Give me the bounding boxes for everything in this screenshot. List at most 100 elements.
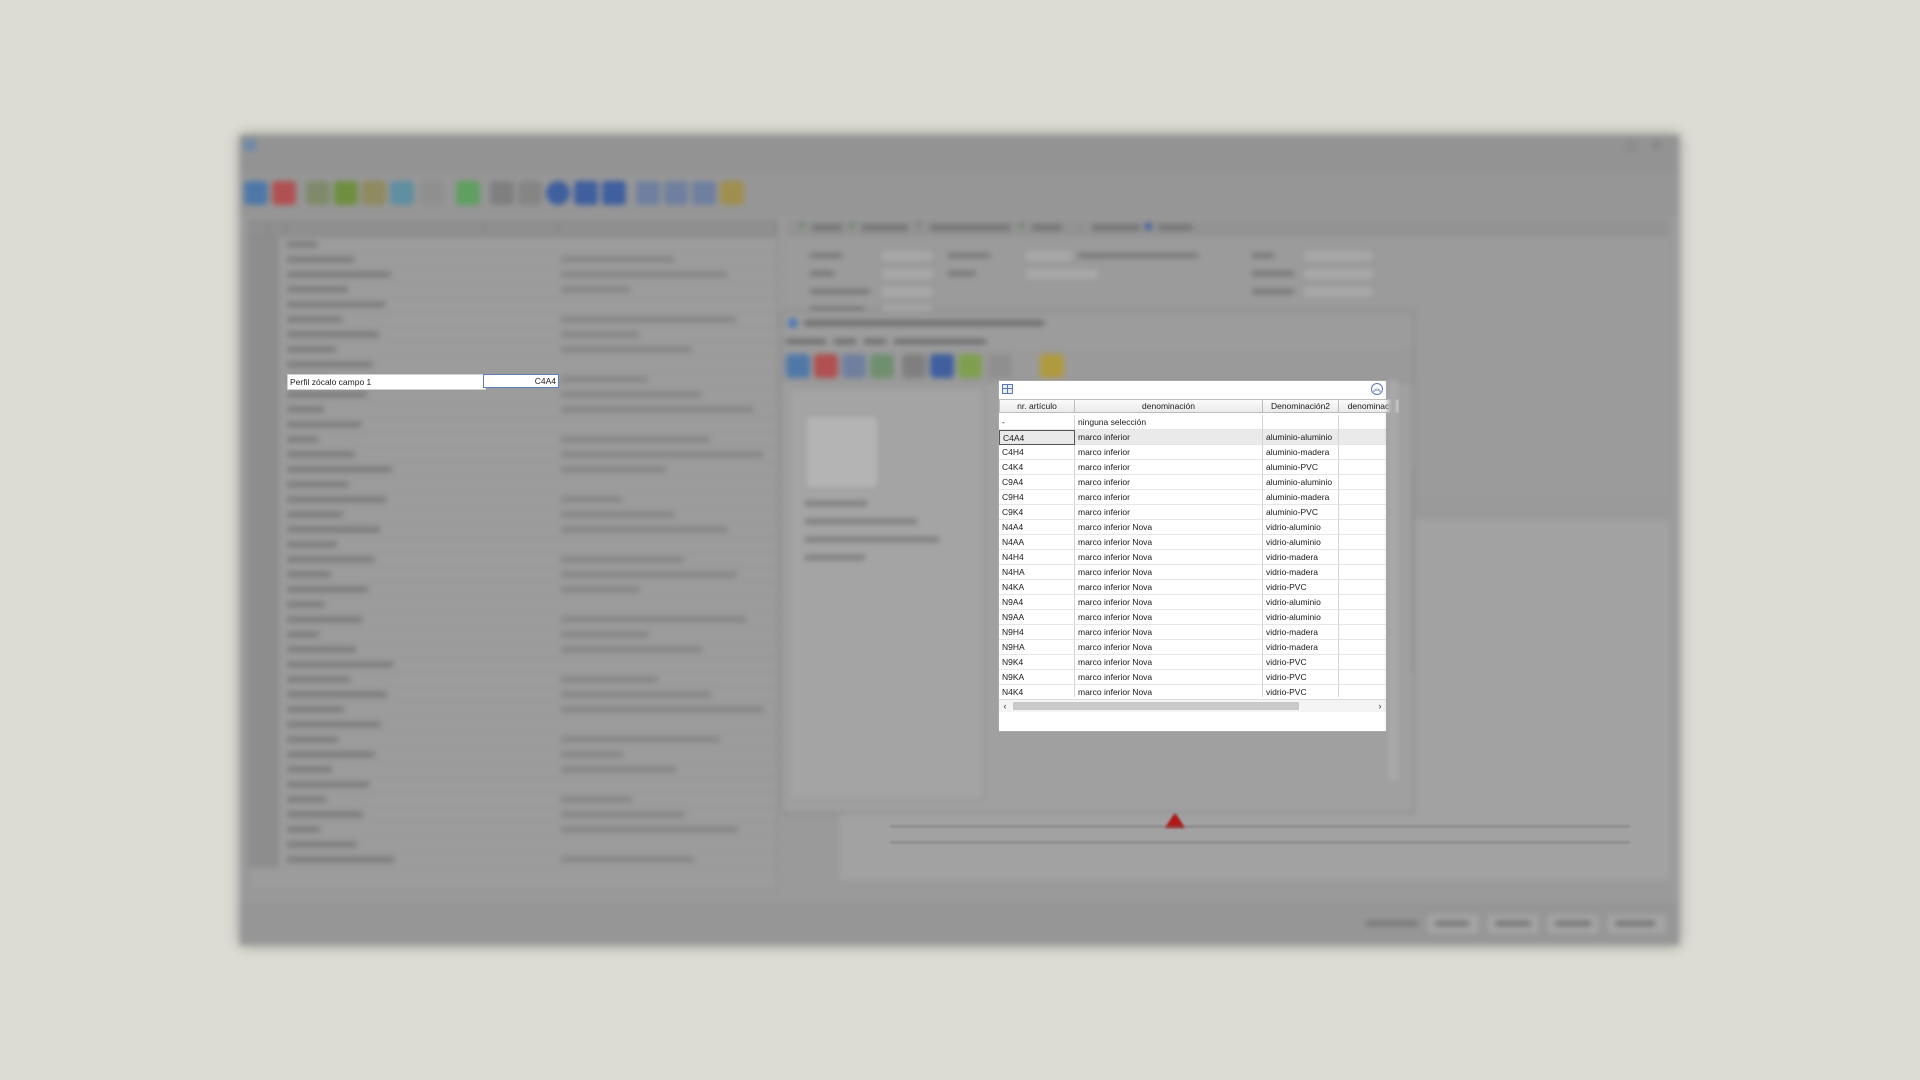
table-cell[interactable] (1339, 535, 1386, 550)
table-cell[interactable]: marco inferior Nova (1075, 670, 1263, 685)
property-row[interactable] (249, 492, 777, 508)
property-row[interactable] (249, 447, 777, 463)
property-row[interactable] (249, 252, 777, 268)
table-cell[interactable]: aluminio-PVC (1263, 460, 1339, 475)
first-record-icon[interactable] (490, 181, 514, 205)
table-cell[interactable]: C4H4 (999, 445, 1075, 460)
property-row[interactable] (249, 792, 777, 808)
property-row[interactable] (249, 672, 777, 688)
property-row[interactable] (249, 297, 777, 313)
last-record-icon[interactable] (602, 181, 626, 205)
maximize-icon[interactable]: □ (1623, 137, 1639, 153)
table-row[interactable]: N9K4 marco inferior Nova vidrio-PVC (999, 655, 1386, 670)
table-cell[interactable] (1339, 490, 1386, 505)
table-cell[interactable]: marco inferior Nova (1075, 655, 1263, 670)
table-cell[interactable]: N4H4 (999, 550, 1075, 565)
table-row[interactable]: N9A4 marco inferior Nova vidrio-aluminio (999, 595, 1386, 610)
property-value-field[interactable]: C4A4 (483, 374, 559, 388)
table-row[interactable]: C9A4 marco inferior aluminio-aluminio (999, 475, 1386, 490)
property-row[interactable] (249, 462, 777, 478)
property-row[interactable] (249, 477, 777, 493)
table-cell[interactable]: vidrio-PVC (1263, 670, 1339, 685)
table-cell[interactable]: marco inferior (1075, 505, 1263, 520)
property-row[interactable] (249, 267, 777, 283)
table-cell[interactable] (1339, 595, 1386, 610)
table-icon[interactable] (1002, 384, 1013, 394)
table-cell[interactable]: marco inferior (1075, 490, 1263, 505)
table-row[interactable]: - ninguna selección (999, 415, 1386, 430)
table-cell[interactable] (1339, 655, 1386, 670)
table-cell[interactable] (1339, 580, 1386, 595)
scrollbar-thumb[interactable] (1013, 702, 1299, 710)
table-cell[interactable] (1339, 565, 1386, 580)
table-cell[interactable] (1339, 430, 1386, 445)
table-cell[interactable]: aluminio-madera (1263, 445, 1339, 460)
property-row[interactable] (249, 747, 777, 763)
property-row[interactable] (249, 642, 777, 658)
table-cell[interactable]: - (999, 415, 1075, 430)
property-row[interactable] (249, 627, 777, 643)
table-row[interactable]: C9H4 marco inferior aluminio-madera (999, 490, 1386, 505)
table-cell[interactable] (1263, 415, 1339, 430)
table-cell[interactable] (1339, 550, 1386, 565)
table-cell[interactable] (1339, 625, 1386, 640)
finish-button[interactable] (1606, 913, 1668, 935)
table-cell[interactable]: N4A4 (999, 520, 1075, 535)
property-row[interactable] (249, 582, 777, 598)
table-cell[interactable]: C9K4 (999, 505, 1075, 520)
table-cell[interactable]: vidrio-aluminio (1263, 535, 1339, 550)
lookup-save-icon[interactable] (930, 354, 954, 378)
property-row[interactable] (249, 327, 777, 343)
table-cell[interactable] (1339, 685, 1386, 697)
previous-record-icon[interactable] (518, 181, 542, 205)
property-row[interactable] (249, 597, 777, 613)
lookup-image-icon[interactable] (870, 354, 894, 378)
select-button[interactable] (1486, 913, 1540, 935)
property-row[interactable] (249, 522, 777, 538)
property-row[interactable] (249, 282, 777, 298)
table-cell[interactable]: vidrio-aluminio (1263, 595, 1339, 610)
table-cell[interactable]: N9A4 (999, 595, 1075, 610)
table-cell[interactable]: marco inferior Nova (1075, 595, 1263, 610)
column-header[interactable]: denominación (1075, 399, 1263, 413)
toolbar-pencil-icon[interactable] (362, 181, 386, 205)
toolbar-cancel-icon[interactable] (272, 181, 296, 205)
table-row[interactable]: C4A4 marco inferior aluminio-aluminio (999, 430, 1386, 445)
toolbar-edit-icon[interactable] (334, 181, 358, 205)
property-row[interactable] (249, 852, 777, 868)
table-cell[interactable]: vidrio-madera (1263, 550, 1339, 565)
table-cell[interactable]: marco inferior Nova (1075, 685, 1263, 697)
table-cell[interactable]: vidrio-PVC (1263, 685, 1339, 697)
lookup-document-icon[interactable] (1068, 354, 1092, 378)
table-cell[interactable]: aluminio-aluminio (1263, 475, 1339, 490)
table-cell[interactable] (1339, 445, 1386, 460)
close-icon[interactable]: × (1649, 137, 1665, 153)
table-row[interactable]: C9K4 marco inferior aluminio-PVC (999, 505, 1386, 520)
property-row[interactable] (249, 612, 777, 628)
lookup-filter-icon[interactable] (902, 354, 926, 378)
table-cell[interactable] (1339, 475, 1386, 490)
table-cell[interactable]: N9HA (999, 640, 1075, 655)
table-cell[interactable]: C4K4 (999, 460, 1075, 475)
table-cell[interactable]: N4AA (999, 535, 1075, 550)
table-cell[interactable]: vidrio-aluminio (1263, 520, 1339, 535)
column-header[interactable]: nr. artículo (999, 399, 1075, 413)
table-cell[interactable]: N9AA (999, 610, 1075, 625)
table-row[interactable]: N9KA marco inferior Nova vidrio-PVC (999, 670, 1386, 685)
double-chevron-up-icon[interactable]: ︽ (1371, 383, 1383, 395)
property-row[interactable] (249, 567, 777, 583)
table-row[interactable]: N4H4 marco inferior Nova vidrio-madera (999, 550, 1386, 565)
property-row[interactable] (249, 687, 777, 703)
toolbar-ok-icon[interactable] (244, 181, 268, 205)
table-row[interactable]: N9H4 marco inferior Nova vidrio-madera (999, 625, 1386, 640)
table-cell[interactable]: marco inferior Nova (1075, 535, 1263, 550)
property-row[interactable] (249, 837, 777, 853)
toolbar-key-icon[interactable] (720, 181, 744, 205)
table-cell[interactable] (1339, 610, 1386, 625)
table-cell[interactable]: aluminio-madera (1263, 490, 1339, 505)
table-cell[interactable]: marco inferior Nova (1075, 580, 1263, 595)
table-cell[interactable]: marco inferior Nova (1075, 520, 1263, 535)
table-cell[interactable] (1339, 460, 1386, 475)
table-cell[interactable]: aluminio-aluminio (1263, 430, 1339, 445)
back-button[interactable] (1426, 913, 1480, 935)
